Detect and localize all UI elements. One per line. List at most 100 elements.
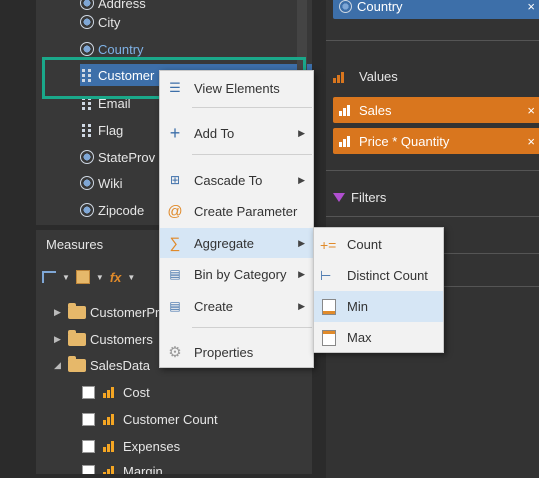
close-icon[interactable]: ×: [527, 103, 535, 118]
menu-item-add-to[interactable]: + Add To ▶: [160, 118, 313, 148]
plus-icon: +: [169, 122, 181, 143]
values-section-title: Values: [333, 69, 398, 84]
tree-item-label: Wiki: [98, 175, 123, 191]
filters-label: Filters: [351, 190, 387, 205]
measure-label: Customer Count: [123, 411, 218, 427]
globe-icon: [80, 203, 94, 217]
sigma-icon: ∑: [169, 234, 181, 252]
distinct-count-icon: ⊢: [320, 267, 332, 283]
submenu-item-count[interactable]: += Count: [314, 229, 443, 260]
menu-item-cascade-to[interactable]: ⊞ Cascade To ▶: [160, 165, 313, 195]
checkbox[interactable]: [82, 412, 95, 426]
measure-label: Cost: [123, 384, 150, 400]
tree-item-label: Address: [98, 0, 146, 11]
submenu-item-label: Max: [347, 330, 372, 345]
folder-icon: [68, 355, 86, 372]
context-menu: ☰ View Elements + Add To ▶ ⊞ Cascade To …: [159, 70, 314, 368]
menu-item-label: Add To: [194, 125, 235, 141]
tree-item-label: City: [98, 14, 121, 30]
folder-customers[interactable]: ▶ Customers: [54, 328, 153, 350]
menu-item-create[interactable]: ▤ Create ▶: [160, 291, 313, 321]
measure-bars-icon: [103, 440, 117, 452]
collapse-arrow-icon[interactable]: ◢: [54, 360, 64, 371]
measure-item-cost[interactable]: Cost: [82, 381, 150, 403]
chevron-down-icon[interactable]: ▼: [62, 273, 70, 282]
menu-item-aggregate[interactable]: ∑ Aggregate ▶: [160, 228, 313, 258]
close-icon[interactable]: ×: [527, 134, 535, 149]
menu-item-label: Aggregate: [194, 235, 254, 251]
menu-item-label: View Elements: [194, 80, 280, 96]
values-bars-icon: [333, 71, 347, 83]
expand-arrow-icon[interactable]: ▶: [54, 307, 64, 318]
filter-icon: [333, 193, 345, 202]
folder-label: SalesData: [90, 357, 150, 373]
measure-item-margin[interactable]: Margin: [82, 460, 163, 474]
checkbox[interactable]: [82, 464, 95, 474]
image-icon: [80, 123, 94, 137]
folder-customerpr[interactable]: ▶ CustomerPr: [54, 301, 159, 323]
submenu-item-min[interactable]: Min: [314, 291, 443, 322]
aggregate-submenu: += Count ⊢ Distinct Count Min Max: [313, 227, 444, 353]
measure-bars-icon: [103, 386, 117, 398]
gear-icon: ⚙: [168, 344, 182, 361]
globe-icon: [80, 0, 94, 10]
submenu-arrow-icon: ▶: [298, 268, 305, 279]
globe-icon: [339, 0, 352, 13]
at-icon: @: [167, 202, 183, 220]
menu-item-label: Properties: [194, 344, 254, 360]
measure-bars-icon: [103, 413, 117, 425]
value-pill-sales[interactable]: Sales ×: [333, 97, 539, 123]
menu-item-view-elements[interactable]: ☰ View Elements: [160, 73, 313, 103]
folder-icon: [68, 302, 86, 319]
rows-pill-country[interactable]: Country ×: [333, 0, 539, 19]
menu-separator: [192, 327, 312, 328]
submenu-item-label: Distinct Count: [347, 268, 428, 283]
globe-icon: [80, 150, 94, 164]
menu-separator: [192, 107, 312, 108]
submenu-arrow-icon: ▶: [298, 174, 305, 185]
menu-item-properties[interactable]: ⚙ Properties: [160, 337, 313, 367]
close-icon[interactable]: ×: [527, 0, 535, 14]
tree-item-zipcode[interactable]: Zipcode: [80, 199, 144, 221]
tree-item-wiki[interactable]: Wiki: [80, 172, 123, 194]
divider: [326, 170, 539, 171]
globe-icon: [80, 176, 94, 190]
measure-item-expenses[interactable]: Expenses: [82, 435, 180, 457]
filters-section-title: Filters: [333, 190, 386, 205]
measure-bars-icon: [339, 104, 353, 116]
submenu-item-distinct-count[interactable]: ⊢ Distinct Count: [314, 260, 443, 291]
submenu-item-label: Count: [347, 237, 382, 252]
menu-item-label: Bin by Category: [194, 266, 287, 282]
submenu-arrow-icon: ▶: [298, 300, 305, 311]
submenu-item-max[interactable]: Max: [314, 322, 443, 353]
checkbox[interactable]: [82, 385, 95, 399]
tree-item-city[interactable]: City: [80, 11, 120, 33]
tree-item-label: Zipcode: [98, 202, 145, 218]
measure-item-customer-count[interactable]: Customer Count: [82, 408, 218, 430]
expand-arrow-icon[interactable]: ▶: [54, 334, 64, 345]
tree-item-stateprov[interactable]: StateProv: [80, 146, 155, 168]
menu-item-label: Create Parameter: [194, 203, 298, 219]
measure-bars-icon: [339, 135, 353, 147]
cascade-icon: ⊞: [169, 173, 181, 187]
menu-item-create-parameter[interactable]: @ Create Parameter: [160, 196, 313, 226]
folder-label: CustomerPr: [90, 304, 160, 320]
menu-item-bin-by-category[interactable]: ▤ Bin by Category ▶: [160, 259, 313, 289]
fx-icon[interactable]: fx: [110, 270, 122, 285]
value-pill-price-quantity[interactable]: Price * Quantity ×: [333, 128, 539, 154]
chevron-down-icon[interactable]: ▼: [127, 273, 135, 282]
divider: [326, 40, 539, 41]
checkbox[interactable]: [82, 439, 95, 453]
list-icon: ☰: [169, 80, 181, 95]
chevron-down-icon[interactable]: ▼: [96, 273, 104, 282]
measure-label: Margin: [123, 463, 163, 475]
submenu-arrow-icon: ▶: [298, 237, 305, 248]
folder-salesdata[interactable]: ◢ SalesData: [54, 354, 150, 376]
menu-item-label: Cascade To: [194, 172, 263, 188]
tree-item-label: StateProv: [98, 149, 156, 165]
calculator-icon[interactable]: [75, 270, 90, 284]
tree-item-label: Flag: [98, 122, 124, 138]
tree-item-flag[interactable]: Flag: [80, 119, 123, 141]
folder-label: Customers: [90, 331, 153, 347]
hierarchy-view-icon[interactable]: [42, 271, 56, 283]
